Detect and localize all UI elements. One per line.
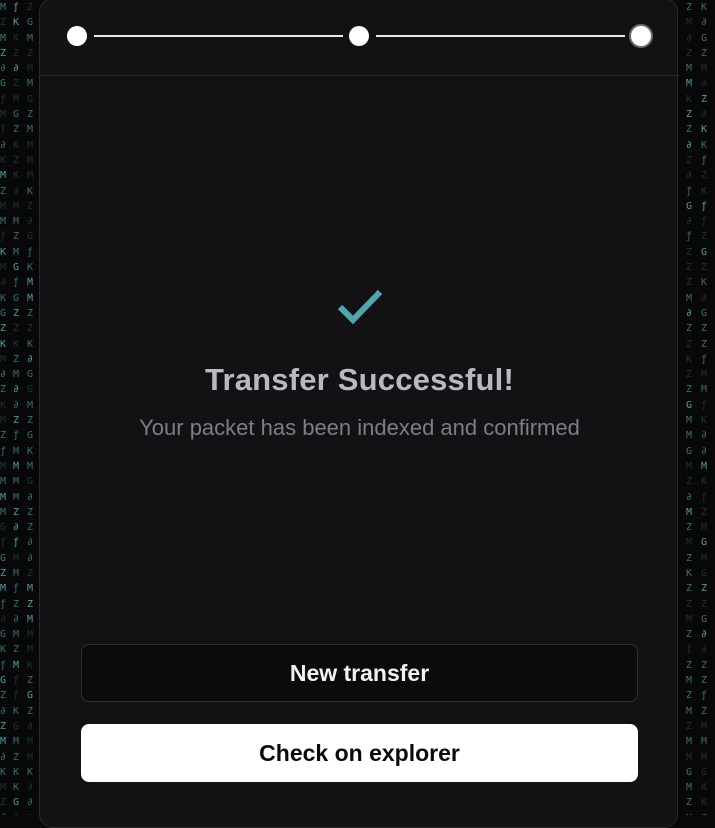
step-connector-2 <box>376 35 625 37</box>
new-transfer-button[interactable]: New transfer <box>81 644 638 702</box>
step-3-dot <box>629 24 653 48</box>
success-message: Your packet has been indexed and confirm… <box>139 415 580 440</box>
matrix-background-right: Z M ∂ Z M M K Z Z ∂ Z ∂ ƒ G ∂ ƒ Z Z Z M ∂ Z Z K Z Z G M M G M Z ∂ M Z M Z K Z Z… <box>686 2 708 815</box>
success-title: Transfer Successful! <box>205 362 514 397</box>
check-on-explorer-button[interactable]: Check on explorer <box>81 724 638 782</box>
step-2-dot <box>349 26 369 46</box>
progress-stepper <box>40 0 679 76</box>
transfer-card: Transfer Successful! Your packet has bee… <box>39 0 679 828</box>
matrix-background-left: M Z M Z ∂ Gƒ Mƒ ∂ K M Z M Mƒ K M ∂ K G Z K M ∂ Z K M Zƒ M M M M Gƒ G Z Mƒ… <box>0 2 34 815</box>
checkmark-icon <box>337 289 383 325</box>
step-connector-1 <box>94 35 343 37</box>
step-1-dot <box>67 26 87 46</box>
